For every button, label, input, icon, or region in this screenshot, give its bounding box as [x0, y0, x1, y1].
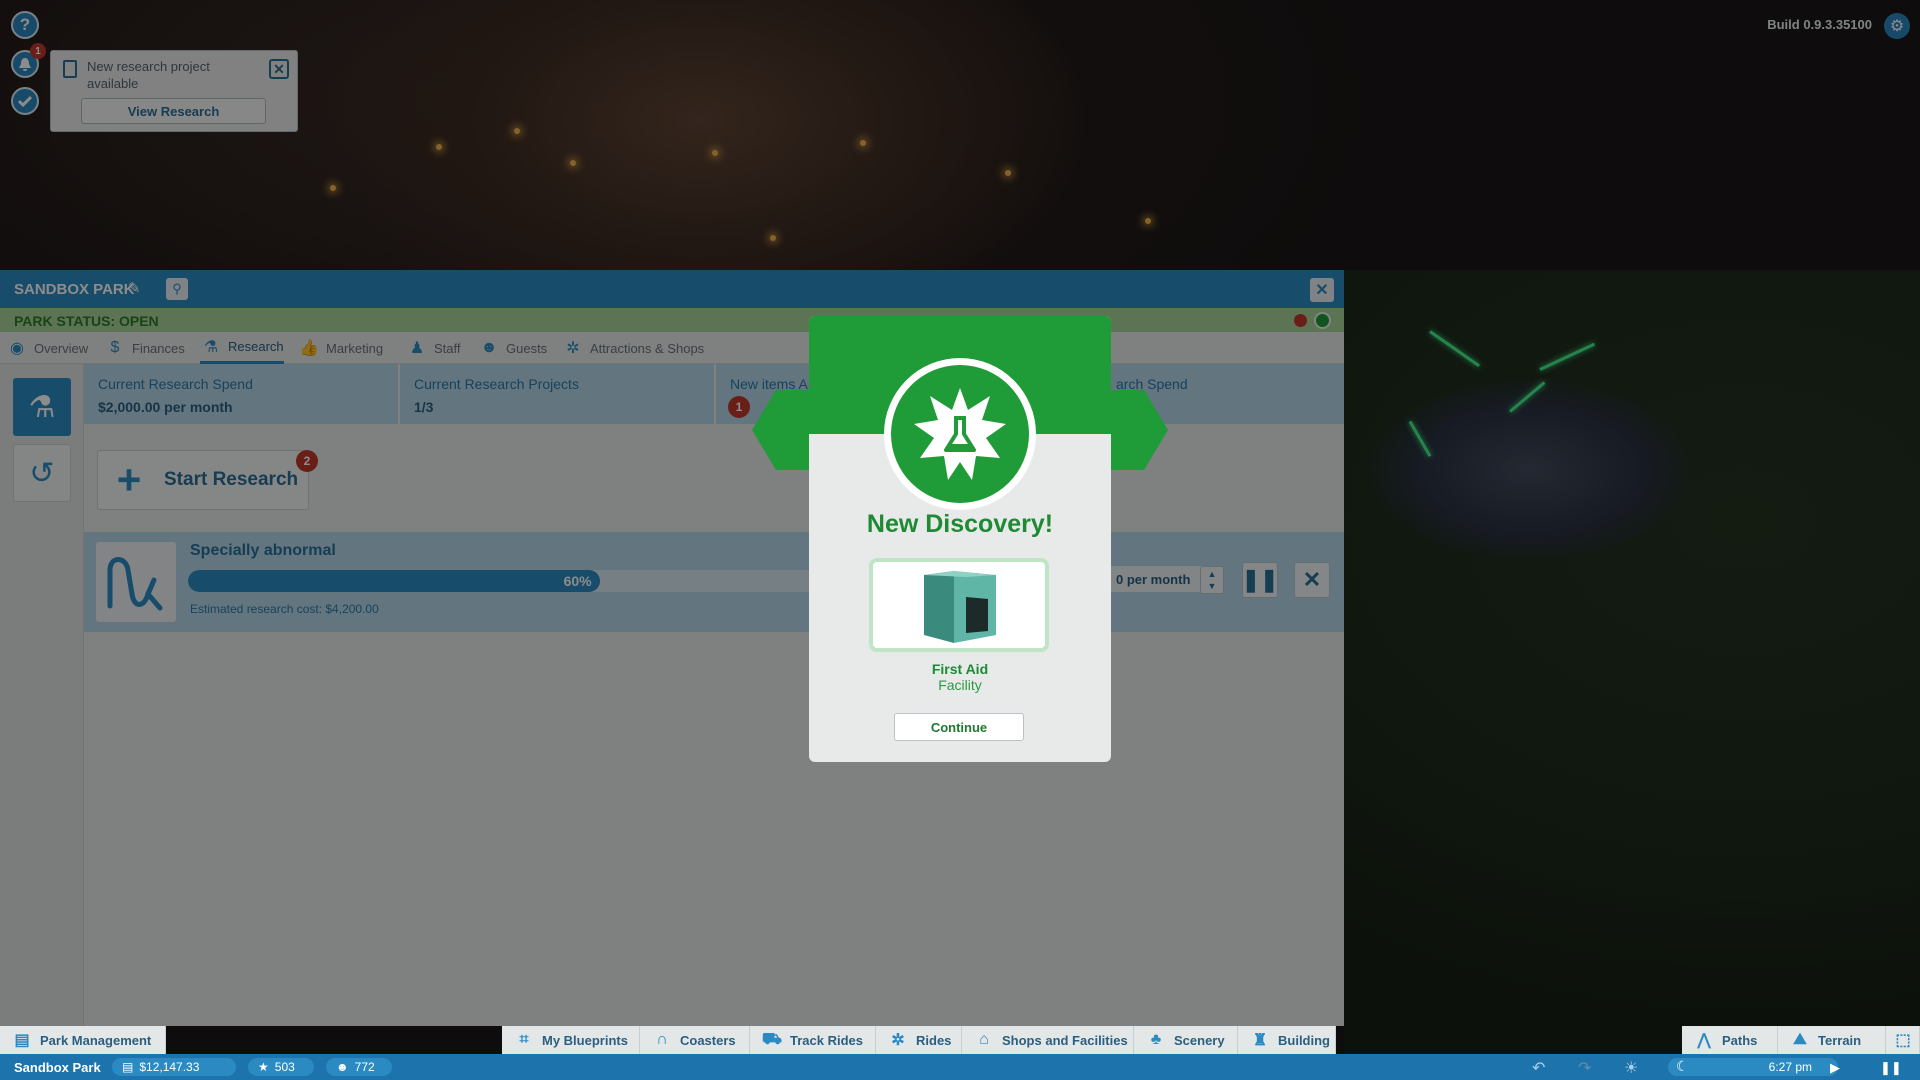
- rating-value: 503: [274, 1060, 295, 1074]
- play-icon: ▶: [1830, 1060, 1840, 1075]
- selection-icon: ⬚: [1895, 1032, 1911, 1049]
- toolbar-label: Park Management: [40, 1032, 152, 1048]
- discovered-item-card: [869, 558, 1049, 652]
- coasters-button[interactable]: ∩ Coasters: [640, 1026, 750, 1054]
- selection-tool-button[interactable]: ⬚: [1886, 1026, 1920, 1054]
- terrain-button[interactable]: ⛰ Terrain: [1778, 1026, 1886, 1054]
- build-toolbar: ▤ Park Management ⌗ My Blueprints ∩ Coaster…: [0, 1026, 1920, 1054]
- toolbar-label: Building: [1278, 1032, 1330, 1048]
- tree-icon: ♣: [1150, 1031, 1162, 1048]
- ride-icon: ✲: [891, 1032, 905, 1049]
- terrain-icon: ⛰: [1793, 1031, 1807, 1048]
- park-name: Sandbox Park: [14, 1060, 101, 1075]
- my-blueprints-button[interactable]: ⌗ My Blueprints: [502, 1026, 640, 1054]
- shops-facilities-button[interactable]: ⌂ Shops and Facilities: [962, 1026, 1134, 1054]
- money-display[interactable]: ▤ $12,147.33: [112, 1058, 236, 1076]
- continue-button[interactable]: Continue: [894, 713, 1024, 741]
- moon-icon: ☾: [1676, 1058, 1689, 1074]
- pause-game-button[interactable]: ❚❚: [1880, 1060, 1902, 1076]
- toolbar-label: Paths: [1722, 1032, 1758, 1048]
- time-value: 6:27 pm: [1768, 1060, 1812, 1074]
- status-bar: Sandbox Park ▤ $12,147.33 ★ 503 ☻ 772 ↶ ↷ ☀…: [0, 1054, 1920, 1080]
- modal-title: New Discovery!: [866, 510, 1054, 538]
- money-icon: ▤: [122, 1060, 134, 1074]
- undo-icon: ↶: [1532, 1060, 1546, 1077]
- money-value: $12,147.33: [139, 1060, 200, 1074]
- play-speed-button[interactable]: ▶: [1830, 1060, 1840, 1076]
- day-night-icon: ☀: [1624, 1060, 1639, 1077]
- toolbar-label: Shops and Facilities: [1002, 1032, 1128, 1048]
- toolbar-label: Coasters: [680, 1032, 736, 1048]
- star-icon: ★: [258, 1060, 269, 1074]
- undo-button[interactable]: ↶: [1532, 1058, 1545, 1078]
- toolbar-label: My Blueprints: [542, 1032, 628, 1048]
- path-icon: ⋀: [1697, 1032, 1711, 1049]
- pause-icon: ❚❚: [1880, 1060, 1902, 1075]
- redo-button[interactable]: ↷: [1578, 1058, 1591, 1078]
- shop-icon: ⌂: [979, 1031, 989, 1048]
- research-burst-icon: [914, 388, 1006, 480]
- rides-button[interactable]: ✲ Rides: [876, 1026, 962, 1054]
- discovered-item-type: Facility: [938, 677, 982, 693]
- toolbar-label: Rides: [916, 1032, 952, 1048]
- toolbar-label: Scenery: [1174, 1032, 1225, 1048]
- guests-icon: ☻: [336, 1060, 349, 1074]
- guests-value: 772: [354, 1060, 375, 1074]
- discovery-medal: [884, 358, 1036, 510]
- first-aid-building-icon: [924, 571, 996, 643]
- rating-display[interactable]: ★ 503: [248, 1058, 314, 1076]
- blueprint-icon: ⌗: [519, 1031, 529, 1048]
- building-button[interactable]: ♜ Building: [1238, 1026, 1336, 1054]
- track-rides-button[interactable]: ⛟ Track Rides: [750, 1026, 876, 1054]
- toolbar-label: Terrain: [1818, 1032, 1862, 1048]
- paths-button[interactable]: ⋀ Paths: [1682, 1026, 1778, 1054]
- tower-icon: ♜: [1252, 1032, 1268, 1049]
- coaster-icon: ∩: [656, 1031, 668, 1048]
- day-night-button[interactable]: ☀: [1624, 1058, 1638, 1078]
- redo-icon: ↷: [1578, 1060, 1592, 1077]
- discovered-item-name: First Aid: [931, 661, 989, 677]
- guests-display[interactable]: ☻ 772: [326, 1058, 392, 1076]
- scenery-button[interactable]: ♣ Scenery: [1134, 1026, 1238, 1054]
- clipboard-icon: ▤: [14, 1032, 30, 1049]
- time-display: ☾ 6:27 pm: [1668, 1058, 1838, 1076]
- toolbar-label: Track Rides: [790, 1032, 863, 1048]
- track-ride-icon: ⛟: [761, 1031, 783, 1048]
- park-management-button[interactable]: ▤ Park Management: [0, 1026, 166, 1054]
